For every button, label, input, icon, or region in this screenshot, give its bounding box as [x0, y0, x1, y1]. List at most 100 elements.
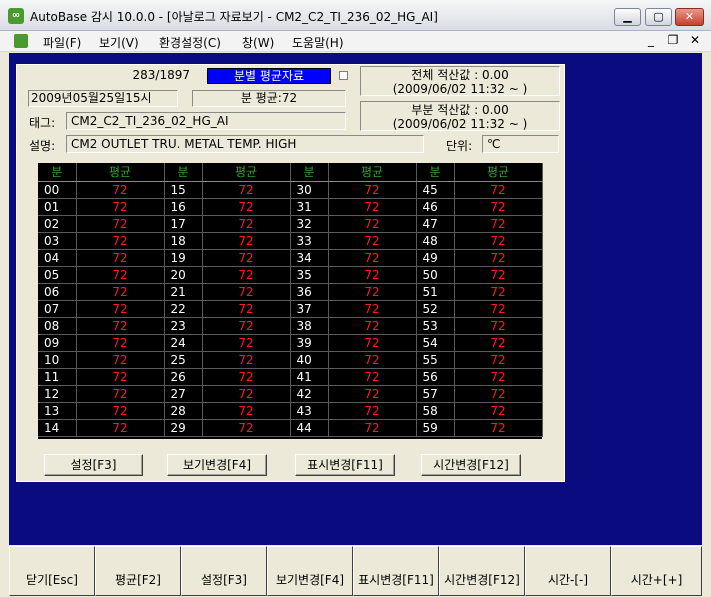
average-cell: 72 — [76, 181, 165, 199]
total-accumulation-box: 전체 적산값 : 0.00 (2009/06/02 11:32 ~ ) — [360, 66, 560, 96]
average-cell: 72 — [328, 232, 417, 250]
average-cell: 72 — [454, 215, 543, 233]
option-checkbox[interactable] — [339, 71, 348, 80]
minute-cell: 01 — [38, 198, 77, 216]
minute-cell: 56 — [416, 368, 455, 386]
display-change-bottom-button[interactable]: 표시변경[F11] — [353, 546, 439, 596]
time-minus-button[interactable]: 시간-[-] — [525, 546, 611, 596]
minute-cell: 48 — [416, 232, 455, 250]
table-row[interactable]: 05 72 20 72 35 72 50 72 — [38, 266, 543, 284]
maximize-window-button[interactable]: ▢ — [645, 8, 672, 26]
header-minute: 분 — [416, 163, 455, 182]
time-plus-button[interactable]: 시간+[+] — [611, 546, 702, 596]
average-cell: 72 — [76, 266, 165, 284]
minute-cell: 36 — [290, 283, 329, 301]
menu-settings[interactable]: 환경설정(C) — [159, 34, 221, 51]
average-cell: 72 — [202, 198, 291, 216]
average-cell: 72 — [454, 317, 543, 335]
average-cell: 72 — [76, 317, 165, 335]
settings-bottom-button[interactable]: 설정[F3] — [181, 546, 267, 596]
table-row[interactable]: 10 72 25 72 40 72 55 72 — [38, 351, 543, 369]
table-row[interactable]: 08 72 23 72 38 72 53 72 — [38, 317, 543, 335]
settings-button[interactable]: 설정[F3] — [44, 454, 143, 476]
table-row[interactable]: 14 72 29 72 44 72 59 72 — [38, 419, 543, 437]
minute-cell: 50 — [416, 266, 455, 284]
table-row[interactable]: 04 72 19 72 34 72 49 72 — [38, 249, 543, 267]
minute-cell: 38 — [290, 317, 329, 335]
close-window-button[interactable]: ✕ — [675, 8, 704, 26]
table-header-row: 분 평균 분 평균 분 평균 분 평균 — [38, 163, 543, 182]
minute-cell: 02 — [38, 215, 77, 233]
minute-cell: 19 — [164, 249, 203, 267]
minute-cell: 07 — [38, 300, 77, 318]
table-row[interactable]: 11 72 26 72 41 72 56 72 — [38, 368, 543, 386]
time-change-button[interactable]: 시간변경[F12] — [421, 454, 521, 476]
menu-view[interactable]: 보기(V) — [99, 34, 139, 51]
average-cell: 72 — [76, 385, 165, 403]
minute-cell: 13 — [38, 402, 77, 420]
average-cell: 72 — [202, 232, 291, 250]
average-cell: 72 — [328, 402, 417, 420]
menu-file[interactable]: 파일(F) — [43, 34, 81, 51]
header-minute: 분 — [38, 163, 77, 182]
table-row[interactable]: 13 72 28 72 43 72 58 72 — [38, 402, 543, 420]
average-cell: 72 — [202, 181, 291, 199]
display-change-button[interactable]: 표시변경[F11] — [295, 454, 395, 476]
time-change-bottom-button[interactable]: 시간변경[F12] — [439, 546, 525, 596]
minute-cell: 54 — [416, 334, 455, 352]
minute-cell: 28 — [164, 402, 203, 420]
average-cell: 72 — [454, 181, 543, 199]
total-accumulation-value: 전체 적산값 : 0.00 — [411, 68, 509, 82]
header-average: 평균 — [76, 163, 165, 182]
minute-cell: 09 — [38, 334, 77, 352]
average-cell: 72 — [76, 368, 165, 386]
average-button[interactable]: 평균[F2] — [95, 546, 181, 596]
table-row[interactable]: 06 72 21 72 36 72 51 72 — [38, 283, 543, 301]
table-row[interactable]: 12 72 27 72 42 72 57 72 — [38, 385, 543, 403]
average-cell: 72 — [76, 402, 165, 420]
mdi-minimize-icon[interactable]: _ — [644, 33, 658, 47]
minute-cell: 46 — [416, 198, 455, 216]
minute-cell: 16 — [164, 198, 203, 216]
average-cell: 72 — [454, 368, 543, 386]
average-cell: 72 — [76, 283, 165, 301]
view-change-bottom-button[interactable]: 보기변경[F4] — [267, 546, 353, 596]
minute-cell: 42 — [290, 385, 329, 403]
mdi-restore-icon[interactable]: ❐ — [666, 33, 680, 47]
minute-cell: 57 — [416, 385, 455, 403]
mdi-close-icon[interactable]: ✕ — [688, 33, 702, 47]
view-change-button[interactable]: 보기변경[F4] — [167, 454, 267, 476]
average-cell: 72 — [454, 249, 543, 267]
average-cell: 72 — [202, 215, 291, 233]
table-row[interactable]: 00 72 15 72 30 72 45 72 — [38, 181, 543, 199]
menu-help[interactable]: 도움말(H) — [292, 34, 344, 51]
table-row[interactable]: 02 72 17 72 32 72 47 72 — [38, 215, 543, 233]
minute-cell: 47 — [416, 215, 455, 233]
document-icon[interactable] — [14, 34, 28, 48]
table-row[interactable]: 03 72 18 72 33 72 48 72 — [38, 232, 543, 250]
average-cell: 72 — [202, 402, 291, 420]
table-row[interactable]: 01 72 16 72 31 72 46 72 — [38, 198, 543, 216]
minute-cell: 45 — [416, 181, 455, 199]
minimize-window-button[interactable]: ▁ — [614, 8, 641, 26]
average-cell: 72 — [76, 232, 165, 250]
minute-cell: 24 — [164, 334, 203, 352]
menu-window[interactable]: 창(W) — [242, 34, 274, 51]
average-cell: 72 — [454, 300, 543, 318]
average-cell: 72 — [202, 266, 291, 284]
average-cell: 72 — [328, 351, 417, 369]
minute-cell: 14 — [38, 419, 77, 437]
average-cell: 72 — [76, 351, 165, 369]
tag-field: CM2_C2_TI_236_02_HG_AI — [66, 112, 346, 130]
average-cell: 72 — [328, 181, 417, 199]
table-row[interactable]: 07 72 22 72 37 72 52 72 — [38, 300, 543, 318]
mode-indicator[interactable]: 분별 평균자료 — [207, 68, 331, 84]
minute-cell: 12 — [38, 385, 77, 403]
minute-cell: 58 — [416, 402, 455, 420]
average-cell: 72 — [454, 351, 543, 369]
close-button[interactable]: 닫기[Esc] — [9, 546, 95, 596]
unit-field: ℃ — [482, 135, 559, 153]
average-cell: 72 — [454, 419, 543, 437]
minute-cell: 40 — [290, 351, 329, 369]
table-row[interactable]: 09 72 24 72 39 72 54 72 — [38, 334, 543, 352]
